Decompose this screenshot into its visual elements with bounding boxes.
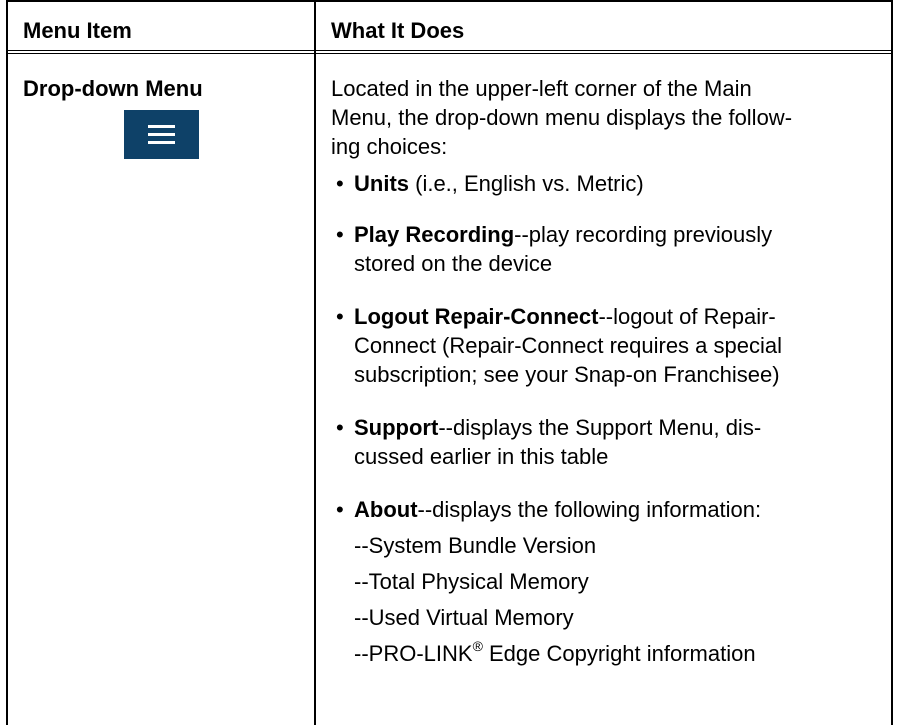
description-line: Menu, the drop-down menu displays the fo… <box>331 105 793 130</box>
about-item: --Used Virtual Memory <box>354 605 574 630</box>
header-what-it-does: What It Does <box>331 18 465 43</box>
bullet-play-recording: • Play Recording--play recording previous… <box>336 222 773 276</box>
column-divider <box>314 0 316 725</box>
bullet-about: • About--displays the following informati… <box>336 497 762 522</box>
description-line: ing choices: <box>331 134 448 159</box>
bullet-logout-repair-connect: • Logout Repair-Connect--logout of Repair… <box>336 304 782 387</box>
about-item: --System Bundle Version <box>354 533 597 558</box>
description-line: Located in the upper-left corner of the … <box>331 76 752 101</box>
header-rule <box>6 50 893 54</box>
about-item-copyright: --PRO-LINK® Edge Copyright information <box>354 637 756 666</box>
header-menu-item: Menu Item <box>23 18 132 43</box>
bullet-units: • Units (i.e., English vs. Metric) <box>336 171 644 196</box>
description: Located in the upper-left corner of the … <box>331 74 876 161</box>
item-dropdown-menu: Drop-down Menu <box>23 76 203 101</box>
about-item: --Total Physical Memory <box>354 569 589 594</box>
hamburger-menu-icon <box>124 110 199 159</box>
bullet-support: • Support--displays the Support Menu, dis… <box>336 415 762 469</box>
